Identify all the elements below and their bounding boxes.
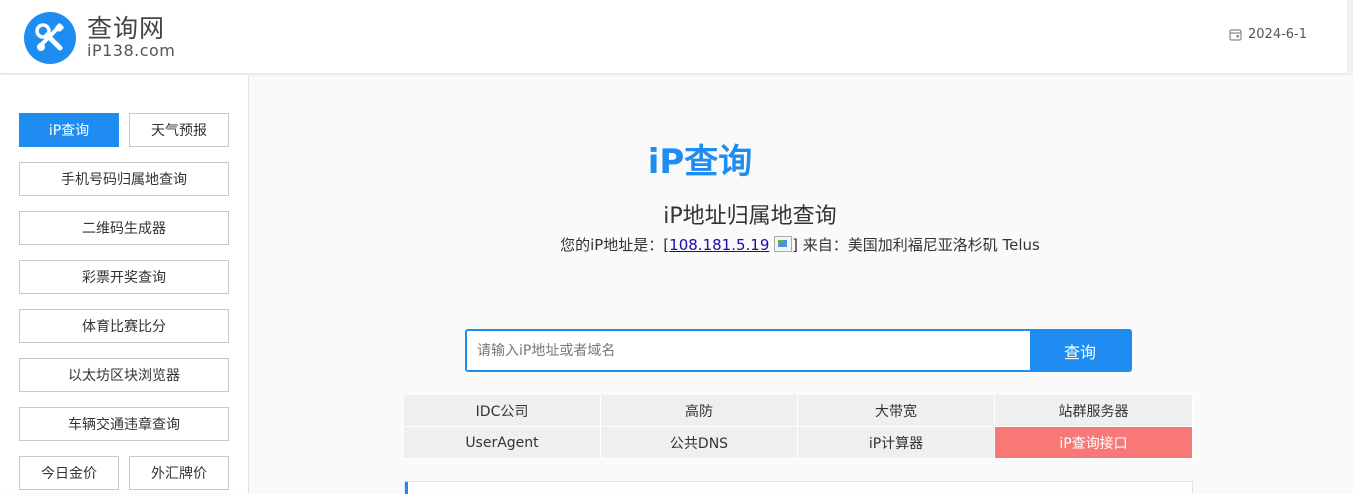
link-public-dns[interactable]: 公共DNS	[601, 427, 798, 459]
sidebar-item-ethereum[interactable]: 以太坊区块浏览器	[19, 358, 229, 392]
sidebar-item-traffic[interactable]: 车辆交通违章查询	[19, 407, 229, 441]
link-idc[interactable]: IDC公司	[404, 395, 601, 427]
sidebar-item-phone-location[interactable]: 手机号码归属地查询	[19, 162, 229, 196]
logo-wrench-icon[interactable]	[24, 12, 76, 64]
scrollbar[interactable]	[1347, 0, 1353, 74]
calendar-icon	[1229, 29, 1242, 41]
sidebar-item-qrcode[interactable]: 二维码生成器	[19, 211, 229, 245]
link-ip-api[interactable]: iP查询接口	[995, 427, 1193, 459]
sidebar-item-sports[interactable]: 体育比赛比分	[19, 309, 229, 343]
header-date: 2024-6-1	[1229, 27, 1307, 42]
ip-prefix-text: 您的iP地址是：[	[560, 236, 670, 254]
sidebar-item-lottery[interactable]: 彩票开奖查询	[19, 260, 229, 294]
link-ip-calculator[interactable]: iP计算器	[798, 427, 995, 459]
page-title: iP查询	[647, 142, 753, 182]
search-button[interactable]: 查询	[1030, 331, 1130, 370]
site-logo-domain[interactable]: iP138.com	[87, 41, 175, 60]
result-panel	[404, 481, 1193, 494]
ip-info-line: 您的iP地址是：[108.181.5.19 ] 来自：美国加利福尼亚洛杉矶 Te…	[400, 234, 1200, 255]
ip-address-link[interactable]: 108.181.5.19	[669, 236, 769, 254]
link-cluster-servers[interactable]: 站群服务器	[995, 395, 1193, 427]
link-ddos-protection[interactable]: 高防	[601, 395, 798, 427]
sidebar: iP查询 天气预报 手机号码归属地查询 二维码生成器 彩票开奖查询 体育比赛比分…	[0, 75, 249, 493]
site-logo-title[interactable]: 查询网	[87, 9, 165, 45]
page-subtitle: iP地址归属地查询	[663, 204, 837, 229]
search-box: 查询	[465, 329, 1132, 372]
search-input[interactable]	[467, 331, 1030, 370]
site-header: 查询网 iP138.com 2024-6-1	[0, 0, 1353, 74]
date-text: 2024-6-1	[1248, 27, 1308, 42]
sidebar-item-forex[interactable]: 外汇牌价	[129, 456, 229, 490]
sidebar-item-weather[interactable]: 天气预报	[129, 113, 229, 147]
sidebar-item-gold[interactable]: 今日金价	[19, 456, 119, 490]
sidebar-item-ip-query[interactable]: iP查询	[19, 113, 119, 147]
link-useragent[interactable]: UserAgent	[404, 427, 601, 459]
ip-location-text: ] 来自：美国加利福尼亚洛杉矶 Telus	[792, 236, 1040, 254]
link-bandwidth[interactable]: 大带宽	[798, 395, 995, 427]
quick-links-grid: IDC公司 高防 大带宽 站群服务器 UserAgent 公共DNS iP计算器…	[404, 395, 1193, 459]
broken-image-icon	[774, 236, 793, 252]
